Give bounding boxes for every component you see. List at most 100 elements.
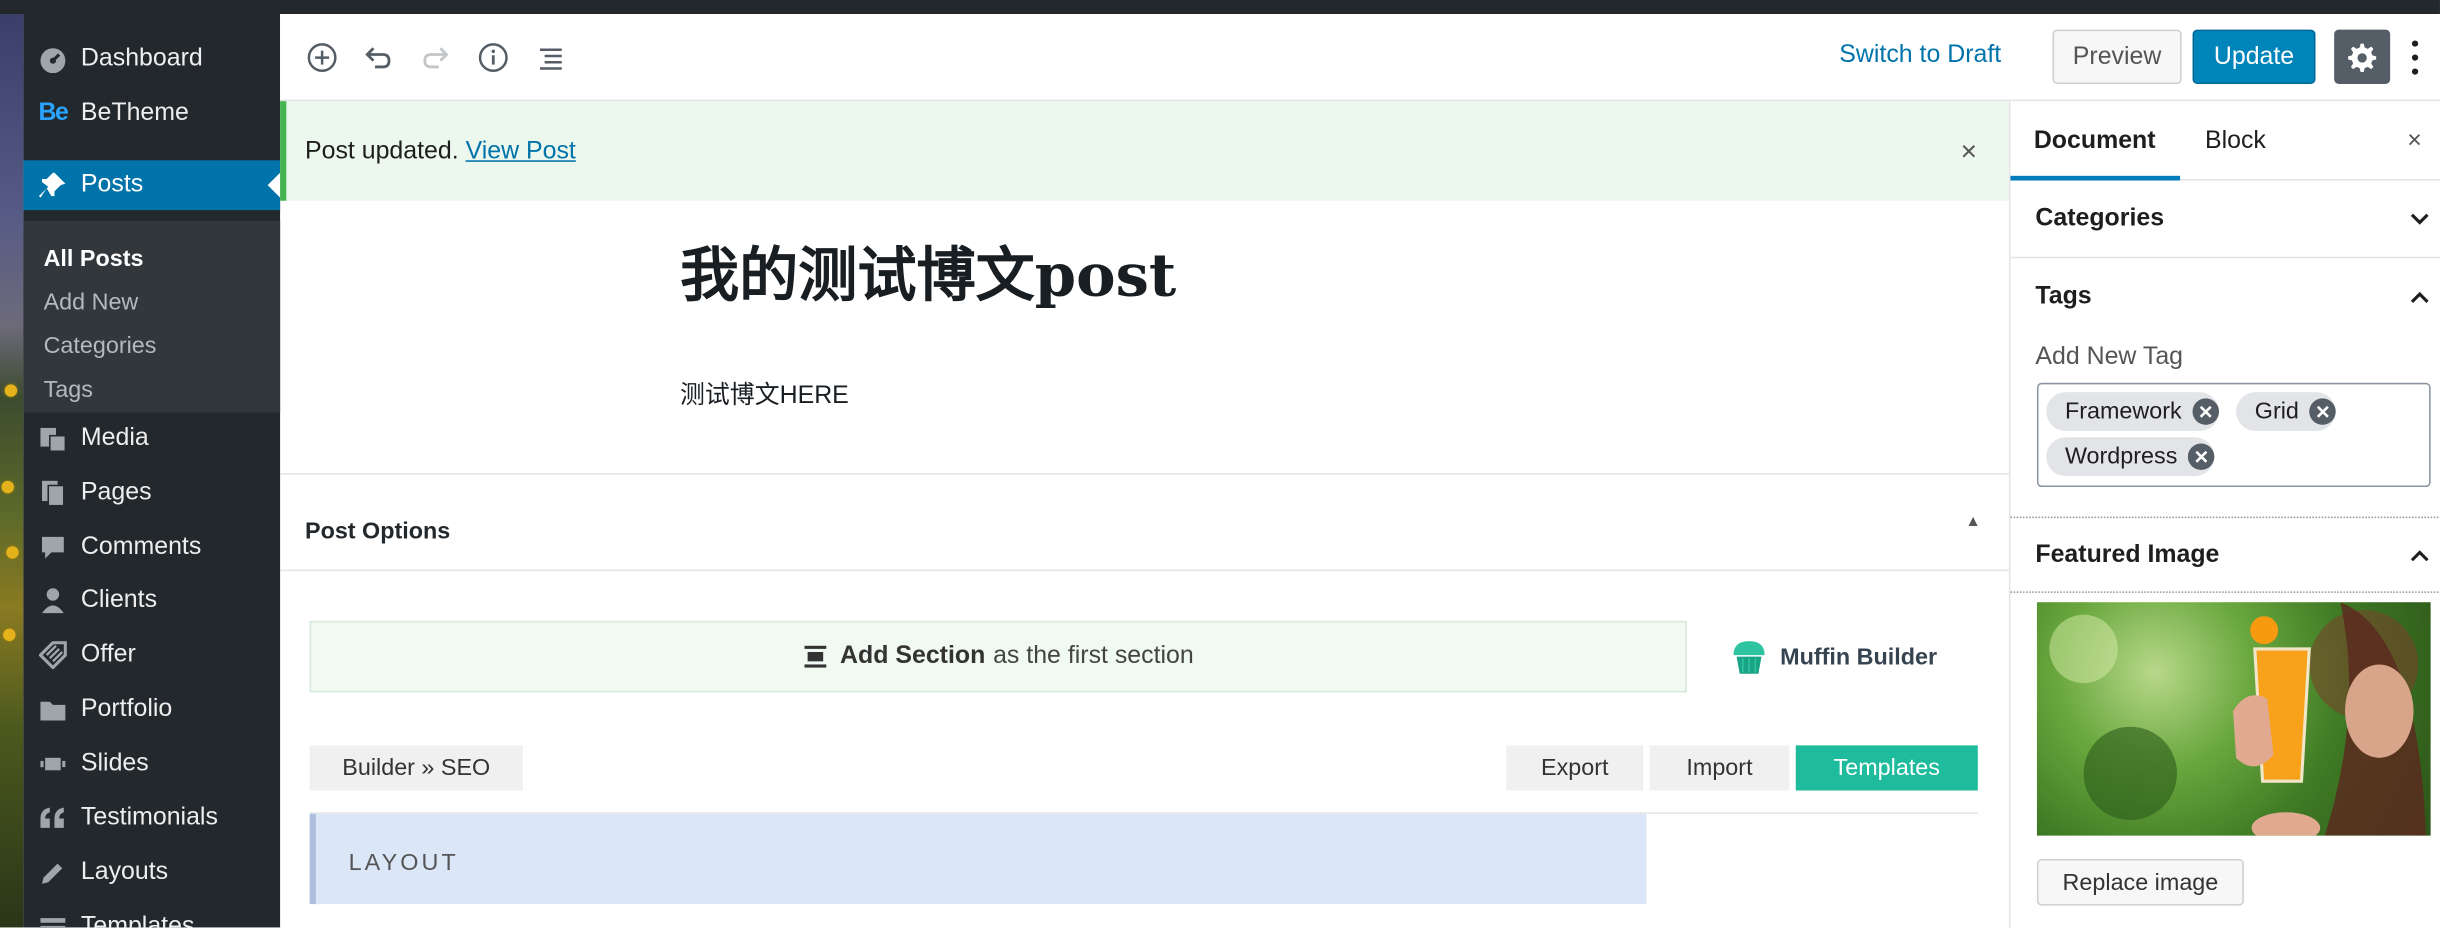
switch-to-draft-link[interactable]: Switch to Draft — [1839, 42, 2001, 70]
chevron-down-icon — [2410, 213, 2429, 225]
sidebar-item-label: Posts — [80, 171, 144, 198]
remove-tag-icon[interactable]: ✕ — [2309, 398, 2337, 425]
tab-document[interactable]: Document — [2034, 128, 2156, 156]
editor-toolbar: Switch to Draft Preview Update — [280, 14, 2440, 102]
sunflower-icon — [1, 480, 15, 494]
comments-icon — [37, 532, 68, 563]
betheme-logo: Be — [38, 99, 69, 127]
sidebar-item-clients[interactable]: Clients — [23, 576, 280, 626]
admin-bar — [0, 0, 2440, 15]
info-icon[interactable] — [476, 40, 510, 74]
view-post-link[interactable]: View Post — [466, 138, 576, 164]
add-block-icon[interactable] — [305, 40, 339, 74]
tags-title[interactable]: Tags — [2035, 283, 2091, 311]
featured-image-panel[interactable]: Featured Image — [2010, 516, 2440, 593]
layouts-icon — [37, 857, 68, 888]
sidebar-item-label: Comments — [80, 533, 202, 561]
sidebar-item-betheme[interactable]: Be BeTheme — [23, 89, 280, 139]
sidebar-item-pages[interactable]: Pages — [23, 468, 280, 518]
chevron-up-icon — [2410, 291, 2429, 303]
submenu-all-posts[interactable]: All Posts — [44, 246, 144, 272]
layout-section[interactable]: LAYOUT — [309, 813, 1647, 905]
templates-icon — [37, 912, 68, 928]
remove-tag-icon[interactable]: ✕ — [2188, 443, 2215, 470]
sidebar-item-label: Slides — [80, 750, 149, 777]
tag-wordpress: Wordpress ✕ — [2046, 437, 2215, 477]
settings-sidebar: Document Block × Categories Tags Add New… — [2008, 101, 2440, 928]
close-icon[interactable]: × — [1961, 135, 1977, 168]
muffin-builder-text: Muffin Builder — [1780, 643, 1938, 670]
add-section-suffix: as the first section — [993, 642, 1194, 670]
sidebar-item-comments[interactable]: Comments — [23, 523, 280, 573]
background-photo-strip — [0, 14, 24, 928]
builder-seo-button[interactable]: Builder » SEO — [309, 745, 523, 791]
post-options-title: Post Options — [304, 518, 451, 545]
sidebar-item-label: Media — [80, 424, 149, 452]
sidebar-item-layouts[interactable]: Layouts — [23, 848, 280, 898]
gear-icon — [2348, 42, 2377, 72]
add-new-tag-label: Add New Tag — [2035, 343, 2184, 371]
portfolio-icon — [37, 694, 68, 725]
submenu-tags[interactable]: Tags — [44, 377, 93, 403]
muffin-icon — [1733, 641, 1765, 674]
admin-sidebar: Dashboard Be BeTheme Posts All Posts Add… — [23, 14, 281, 928]
sidebar-item-portfolio[interactable]: Portfolio — [23, 685, 280, 735]
muffin-builder-logo: Muffin Builder — [1727, 635, 1937, 679]
post-title[interactable]: 我的测试博文post — [680, 227, 1176, 313]
featured-image-thumbnail[interactable] — [2036, 602, 2431, 836]
sidebar-item-label: Portfolio — [80, 695, 173, 723]
sidebar-item-label: Offer — [80, 641, 136, 668]
tag-framework: Framework ✕ — [2046, 392, 2220, 432]
sunflower-icon — [3, 628, 16, 642]
remove-tag-icon[interactable]: ✕ — [2192, 398, 2220, 425]
slides-icon — [37, 748, 68, 779]
sidebar-item-dashboard[interactable]: Dashboard — [23, 34, 280, 84]
dashboard-icon — [37, 44, 68, 75]
pages-icon — [37, 478, 68, 509]
redo-icon[interactable] — [419, 40, 453, 74]
sidebar-item-offer[interactable]: Offer — [23, 630, 280, 680]
media-icon — [37, 423, 68, 454]
preview-button[interactable]: Preview — [2052, 29, 2182, 85]
sidebar-item-templates[interactable]: Templates — [23, 903, 280, 928]
sidebar-item-label: Pages — [80, 479, 152, 506]
sidebar-item-media[interactable]: Media — [23, 414, 280, 464]
export-button[interactable]: Export — [1506, 745, 1644, 791]
add-section-button[interactable]: Add Section as the first section — [309, 620, 1687, 693]
tags-input[interactable]: Framework ✕ Grid ✕ Wordpress ✕ — [2036, 382, 2431, 488]
settings-button[interactable] — [2334, 29, 2391, 85]
add-section-icon — [804, 645, 827, 668]
pin-icon — [37, 170, 68, 201]
post-options-header[interactable]: Post Options ▲ — [280, 475, 2009, 572]
add-section-label: Add Section — [840, 642, 986, 670]
tag-label: Framework — [2064, 398, 2182, 425]
more-options-icon[interactable] — [2409, 36, 2421, 80]
close-icon[interactable]: × — [2407, 128, 2422, 156]
panel-tabs: Document Block × — [2010, 101, 2440, 181]
sidebar-item-slides[interactable]: Slides — [23, 739, 280, 789]
templates-button[interactable]: Templates — [1795, 745, 1978, 791]
sidebar-item-posts[interactable]: Posts — [23, 160, 281, 211]
sidebar-item-label: BeTheme — [80, 99, 189, 127]
update-button[interactable]: Update — [2192, 29, 2316, 85]
tab-block[interactable]: Block — [2205, 128, 2266, 156]
categories-panel[interactable]: Categories — [2010, 181, 2440, 259]
import-button[interactable]: Import — [1649, 745, 1790, 791]
sunflower-icon — [6, 546, 19, 559]
submenu-categories[interactable]: Categories — [44, 333, 157, 359]
categories-title: Categories — [2035, 205, 2165, 232]
outline-icon[interactable] — [534, 40, 568, 74]
sidebar-item-testimonials[interactable]: Testimonials — [23, 794, 280, 844]
layout-label: LAYOUT — [348, 849, 459, 877]
undo-icon[interactable] — [361, 40, 395, 74]
post-updated-notice: Post updated. View Post × — [280, 101, 2009, 201]
chevron-up-icon — [2410, 550, 2429, 562]
post-body-paragraph[interactable]: 测试博文HERE — [680, 373, 849, 410]
sidebar-item-label: Templates — [80, 913, 195, 928]
collapse-arrow-icon[interactable]: ▲ — [1965, 514, 1980, 531]
clients-icon — [37, 585, 68, 616]
posts-submenu: All Posts Add New Categories Tags — [23, 220, 281, 413]
submenu-add-new[interactable]: Add New — [44, 289, 139, 315]
replace-image-button[interactable]: Replace image — [2036, 858, 2244, 906]
testimonials-icon — [37, 803, 68, 834]
